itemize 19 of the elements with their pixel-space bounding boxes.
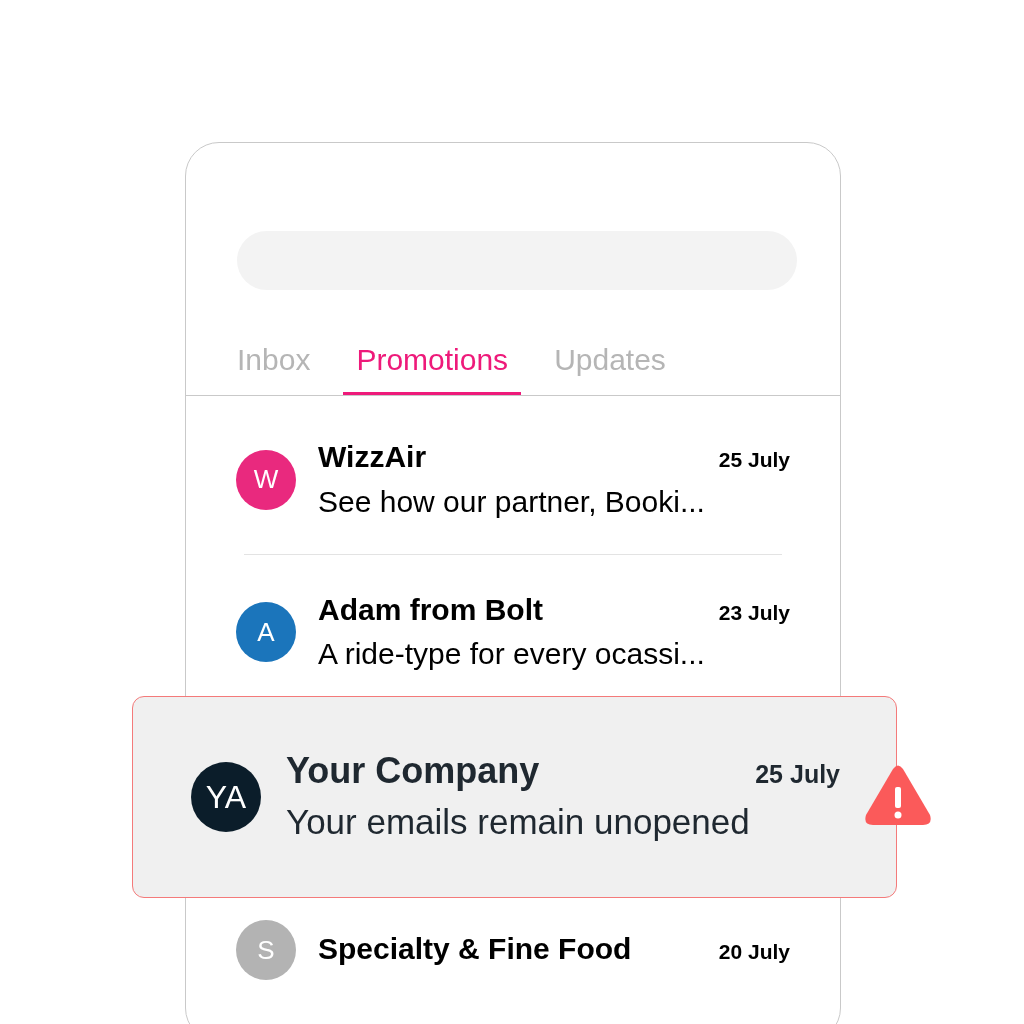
tab[interactable]: Promotions (343, 342, 522, 395)
sender-name: Specialty & Fine Food (318, 932, 632, 966)
email-preview: See how our partner, Booki... (318, 483, 706, 520)
sender-name: WizzAir (318, 440, 427, 473)
email-date: 23 July (718, 599, 790, 626)
tab[interactable]: Inbox (224, 342, 324, 395)
sender-name: Adam from Bolt (318, 592, 543, 626)
email-preview: Your emails remain unopened (286, 801, 751, 844)
tab[interactable]: Updates (541, 342, 679, 395)
email-date: 20 July (718, 939, 790, 966)
avatar: S (236, 920, 296, 980)
avatar: W (236, 449, 296, 510)
warning-icon (863, 763, 933, 827)
avatar: A (236, 602, 296, 663)
email-date: 25 July (718, 447, 790, 473)
email-preview: A ride-type for every ocassi... (318, 636, 706, 672)
email-date: 25 July (755, 758, 840, 790)
avatar: YA (191, 762, 261, 832)
sender-name: Your Company (286, 750, 540, 791)
